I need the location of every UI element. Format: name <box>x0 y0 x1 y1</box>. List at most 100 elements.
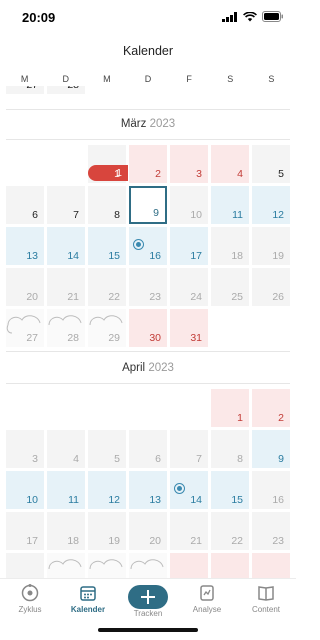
day-cell[interactable]: 6 <box>129 430 167 468</box>
day-cell[interactable]: 21 <box>47 268 85 306</box>
day-cell[interactable] <box>88 553 126 578</box>
weekday-label: M <box>103 74 111 84</box>
ovulation-icon <box>133 239 144 250</box>
tab-label: Zyklus <box>18 605 42 614</box>
day-cell[interactable]: 27 <box>6 86 44 94</box>
day-cell[interactable]: 14 <box>170 471 208 509</box>
day-cell[interactable]: 18 <box>47 512 85 550</box>
day-cell[interactable]: 3 <box>6 430 44 468</box>
separator <box>6 383 290 384</box>
day-cell[interactable]: 20 <box>6 268 44 306</box>
day-cell[interactable] <box>47 553 85 578</box>
tab-analyse[interactable]: Analyse <box>178 583 236 614</box>
month-name: April <box>122 362 146 374</box>
day-cell[interactable]: 22 <box>211 512 249 550</box>
day-cell[interactable]: 16 <box>129 227 167 265</box>
status-icons <box>222 11 284 22</box>
day-cell[interactable]: 25 <box>211 268 249 306</box>
day-cell[interactable] <box>211 553 249 578</box>
pms-cloud-icon <box>130 559 164 570</box>
tab-kalender[interactable]: Kalender <box>59 583 117 614</box>
day-cell[interactable]: 27 <box>6 309 44 347</box>
day-cell[interactable]: 29 <box>88 309 126 347</box>
tab-content[interactable]: Content <box>237 583 295 614</box>
day-cell[interactable]: 15 <box>211 471 249 509</box>
status-time: 20:09 <box>22 10 56 25</box>
tab-label: Kalender <box>70 605 106 614</box>
day-cell[interactable]: 19 <box>88 512 126 550</box>
day-cell[interactable]: 11 <box>47 471 85 509</box>
day-cell[interactable] <box>252 553 290 578</box>
day-cell[interactable]: 8 <box>88 186 126 224</box>
march-grid: 1 2 3 4 5 6 7 8 9 10 11 12 13 14 15 16 1… <box>6 145 292 347</box>
weekday-label: D <box>144 74 152 84</box>
day-cell[interactable]: 28 <box>47 309 85 347</box>
day-cell[interactable] <box>129 553 167 578</box>
pms-cloud-icon <box>48 559 82 570</box>
day-cell[interactable]: 15 <box>88 227 126 265</box>
analysis-icon <box>200 585 214 601</box>
day-cell[interactable]: 23 <box>252 512 290 550</box>
weekday-label: F <box>186 74 192 84</box>
day-cell[interactable]: 11 <box>211 186 249 224</box>
day-cell[interactable]: 7 <box>170 430 208 468</box>
month-header-april: April 2023 <box>0 362 296 374</box>
day-cell[interactable]: 12 <box>88 471 126 509</box>
day-cell[interactable]: 12 <box>252 186 290 224</box>
day-cell[interactable]: 23 <box>129 268 167 306</box>
day-cell[interactable]: 22 <box>88 268 126 306</box>
day-cell[interactable]: 4 <box>47 430 85 468</box>
day-cell[interactable]: 1 <box>211 389 249 427</box>
day-cell-today[interactable]: 9 <box>129 186 167 224</box>
day-cell[interactable] <box>170 553 208 578</box>
day-cell[interactable]: 17 <box>170 227 208 265</box>
day-cell[interactable]: 9 <box>252 430 290 468</box>
separator <box>6 139 290 140</box>
day-cell[interactable]: 21 <box>170 512 208 550</box>
tab-label: Tracken <box>133 609 163 618</box>
empty-cell <box>6 145 44 183</box>
day-cell[interactable]: 2 <box>129 145 167 183</box>
day-cell[interactable]: 10 <box>170 186 208 224</box>
weekday-label: D <box>62 74 69 84</box>
day-cell[interactable]: 2 <box>252 389 290 427</box>
day-cell[interactable]: 5 <box>88 430 126 468</box>
day-cell[interactable]: 13 <box>129 471 167 509</box>
plus-icon[interactable] <box>128 585 168 609</box>
empty-cell <box>129 389 167 427</box>
day-cell[interactable]: 3 <box>170 145 208 183</box>
battery-icon <box>262 11 283 22</box>
day-cell[interactable]: 17 <box>6 512 44 550</box>
day-cell[interactable]: 10 <box>6 471 44 509</box>
day-cell[interactable]: 24 <box>170 268 208 306</box>
empty-cell <box>88 389 126 427</box>
day-cell[interactable]: 8 <box>211 430 249 468</box>
empty-cell <box>47 145 85 183</box>
day-cell[interactable]: 5 <box>252 145 290 183</box>
empty-cell <box>47 389 85 427</box>
day-cell[interactable]: 20 <box>129 512 167 550</box>
empty-cell <box>6 389 44 427</box>
calendar-scroll[interactable]: 27 28 März 2023 1 2 3 4 5 6 7 8 9 10 11 … <box>0 86 296 578</box>
day-cell[interactable]: 18 <box>211 227 249 265</box>
day-cell[interactable]: 28 <box>47 86 85 94</box>
home-indicator <box>98 628 198 632</box>
tab-zyklus[interactable]: Zyklus <box>1 583 59 614</box>
day-cell[interactable]: 30 <box>129 309 167 347</box>
page-title: Kalender <box>122 44 174 58</box>
day-cell[interactable]: 14 <box>47 227 85 265</box>
day-cell[interactable]: 31 <box>170 309 208 347</box>
day-cell[interactable]: 4 <box>211 145 249 183</box>
day-cell[interactable]: 7 <box>47 186 85 224</box>
day-cell[interactable]: 19 <box>252 227 290 265</box>
wifi-icon <box>243 11 257 21</box>
status-bar: 20:09 <box>0 0 296 34</box>
tab-tracken[interactable]: Tracken <box>119 583 177 618</box>
empty-cell <box>170 389 208 427</box>
day-cell[interactable]: 6 <box>6 186 44 224</box>
day-cell[interactable] <box>6 553 44 578</box>
separator <box>6 109 290 110</box>
day-cell[interactable]: 13 <box>6 227 44 265</box>
day-cell[interactable]: 26 <box>252 268 290 306</box>
day-cell[interactable]: 16 <box>252 471 290 509</box>
